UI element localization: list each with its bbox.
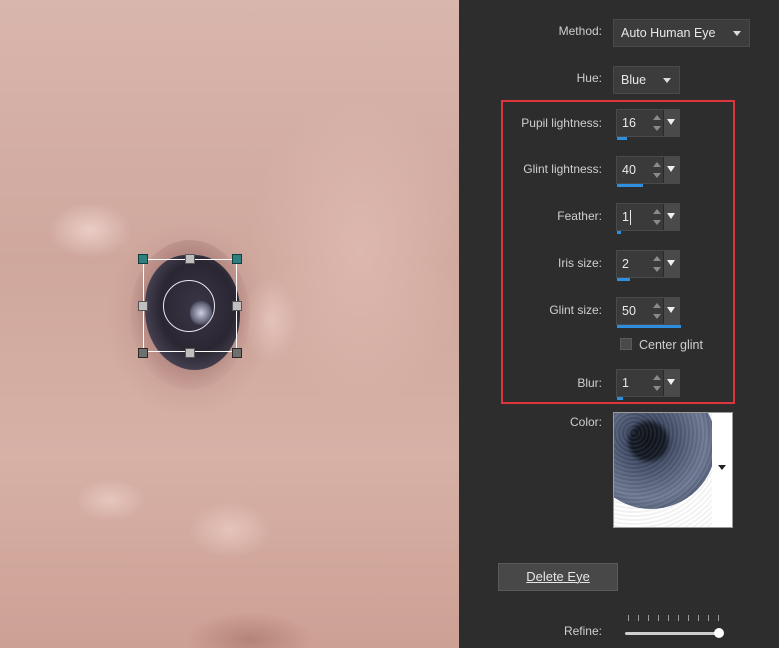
resize-handle-bottom-left[interactable]	[138, 348, 148, 358]
glint-lightness-level	[617, 184, 643, 187]
swatch-dropdown-strip[interactable]	[712, 413, 732, 527]
refine-slider-ticks	[628, 615, 722, 621]
refine-slider[interactable]	[625, 632, 720, 635]
iris-size-value: 2	[622, 257, 629, 271]
feather-value: 1	[622, 210, 631, 226]
blur-value: 1	[622, 376, 629, 390]
pupil-lightness-label: Pupil lightness:	[521, 116, 602, 130]
center-glint-checkbox[interactable]	[620, 338, 632, 350]
chevron-down-icon	[663, 78, 671, 83]
pupil-lightness-value: 16	[622, 116, 636, 130]
resize-handle-bottom-right[interactable]	[232, 348, 242, 358]
glint-lightness-value: 40	[622, 163, 636, 177]
iris-color-swatch[interactable]	[613, 412, 733, 528]
spin-arrows-icon[interactable]	[651, 113, 663, 133]
feather-label: Feather:	[557, 209, 602, 223]
refine-label: Refine:	[563, 624, 602, 638]
method-dropdown[interactable]: Auto Human Eye	[613, 19, 750, 47]
slider-dropdown-icon[interactable]	[663, 110, 679, 136]
resize-handle-left[interactable]	[138, 301, 148, 311]
hue-dropdown[interactable]: Blue	[613, 66, 680, 94]
text-cursor	[629, 210, 631, 226]
pupil-lightness-level	[617, 137, 627, 140]
glint-lightness-label: Glint lightness:	[523, 162, 602, 176]
blur-level	[617, 397, 623, 400]
method-label: Method:	[558, 24, 602, 38]
glint-size-spinbox[interactable]: 50	[616, 297, 681, 328]
glint-size-label: Glint size:	[549, 303, 602, 317]
glint-size-value: 50	[622, 304, 636, 318]
spin-arrows-icon[interactable]	[651, 160, 663, 180]
chevron-down-icon	[733, 31, 741, 36]
slider-dropdown-icon[interactable]	[663, 251, 679, 277]
slider-dropdown-icon[interactable]	[663, 204, 679, 230]
glint-size-level	[617, 325, 681, 328]
feather-level	[617, 231, 621, 234]
photo-canvas[interactable]	[0, 0, 459, 648]
iris-size-spinbox[interactable]: 2	[616, 250, 680, 281]
refine-slider-thumb[interactable]	[714, 628, 724, 638]
resize-handle-top[interactable]	[185, 254, 195, 264]
delete-eye-label: Delete Eye	[526, 569, 590, 584]
blur-spinbox[interactable]: 1	[616, 369, 680, 400]
resize-handle-top-left[interactable]	[138, 254, 148, 264]
hue-value: Blue	[621, 73, 647, 87]
color-label: Color:	[569, 415, 602, 429]
chevron-down-icon[interactable]	[718, 465, 726, 470]
resize-handle-bottom[interactable]	[185, 348, 195, 358]
iris-selection-circle[interactable]	[163, 280, 215, 332]
center-glint-label[interactable]: Center glint	[639, 338, 703, 352]
method-value: Auto Human Eye	[621, 26, 716, 40]
slider-dropdown-icon[interactable]	[663, 370, 679, 396]
resize-handle-right[interactable]	[232, 301, 242, 311]
iris-size-level	[617, 278, 630, 281]
pupil-lightness-spinbox[interactable]: 16	[616, 109, 680, 140]
feather-spinbox[interactable]: 1	[616, 203, 680, 234]
delete-eye-button[interactable]: Delete Eye	[498, 563, 618, 591]
spin-arrows-icon[interactable]	[651, 254, 663, 274]
slider-dropdown-icon[interactable]	[663, 157, 679, 183]
spin-arrows-icon[interactable]	[651, 373, 663, 393]
hue-label: Hue:	[576, 71, 602, 85]
slider-dropdown-icon[interactable]	[663, 298, 679, 324]
iris-size-label: Iris size:	[557, 256, 602, 270]
resize-handle-top-right[interactable]	[232, 254, 242, 264]
spin-arrows-icon[interactable]	[651, 301, 663, 321]
blur-label: Blur:	[577, 376, 602, 390]
spin-arrows-icon[interactable]	[651, 207, 663, 227]
glint-lightness-spinbox[interactable]: 40	[616, 156, 680, 187]
